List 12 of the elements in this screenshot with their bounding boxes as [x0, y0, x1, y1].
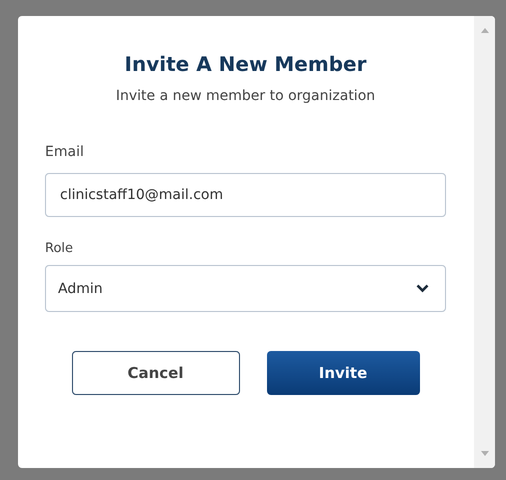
field-label: Email — [45, 144, 85, 160]
scroll-down-icon[interactable] — [480, 451, 488, 456]
scroll-up-icon[interactable] — [480, 28, 488, 33]
scrollbar[interactable] — [474, 16, 495, 468]
invite-button[interactable]: Invite — [266, 351, 420, 395]
dialog-subtitle: Invite a new member to organization — [114, 88, 376, 104]
field-label: Role — [45, 241, 74, 256]
cancel-button[interactable]: Cancel — [72, 351, 240, 395]
role-dropdown[interactable]: Admin — [45, 265, 446, 312]
chevron-down-icon — [416, 284, 429, 293]
dialog-title: Invite A New Member — [124, 52, 368, 76]
email-field[interactable]: clinicstaff10@mail.com — [45, 173, 446, 217]
